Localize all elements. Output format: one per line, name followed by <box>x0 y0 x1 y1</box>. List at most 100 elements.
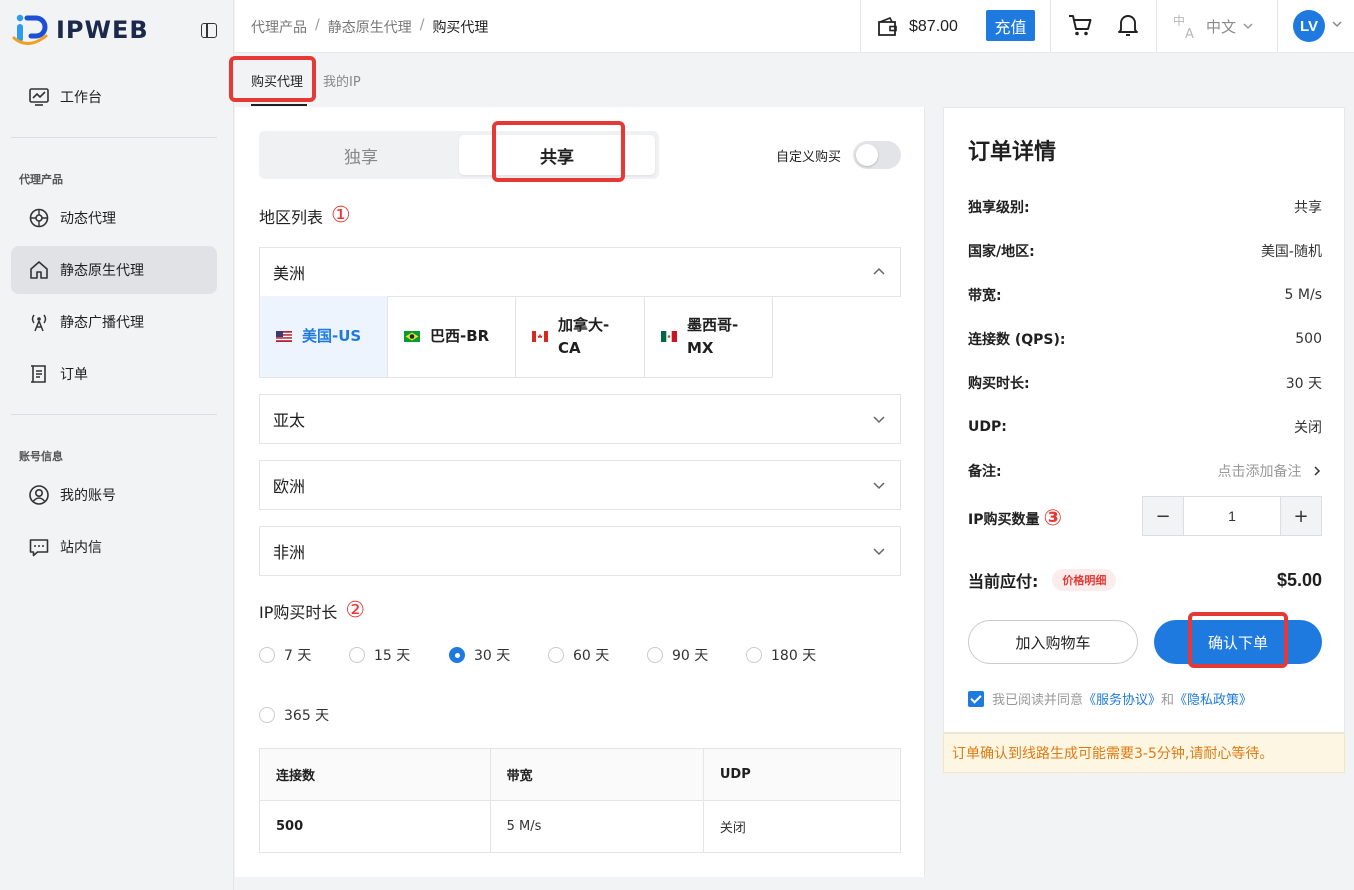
sidebar-item-label: 工作台 <box>60 90 102 106</box>
table-row: 500 5 M/s 关闭 <box>259 800 902 853</box>
duration-option[interactable]: 90 天 <box>647 645 708 665</box>
chevron-down-icon[interactable] <box>1331 18 1343 30</box>
duration-option[interactable]: 15 天 <box>349 645 410 665</box>
order-key: 备注: <box>968 464 1002 480</box>
add-note-text: 点击添加备注 <box>1217 464 1302 480</box>
radio-circle[interactable] <box>449 647 465 663</box>
duration-option[interactable]: 7 天 <box>259 645 311 665</box>
add-note-link[interactable]: 点击添加备注 <box>1218 461 1322 481</box>
country-option-us[interactable]: 美国-US <box>259 296 388 378</box>
radio-circle[interactable] <box>259 647 275 663</box>
table-header: 连接数 <box>259 748 491 801</box>
sidebar-item-my-account[interactable]: 我的账号 <box>11 471 217 519</box>
language-switcher[interactable]: 中A 中文 <box>1172 12 1254 40</box>
divider <box>11 414 217 415</box>
price-detail-badge[interactable]: 价格明细 <box>1052 569 1117 591</box>
radio-circle[interactable] <box>349 647 365 663</box>
language-label: 中文 <box>1206 17 1237 36</box>
br-flag-icon <box>404 331 420 342</box>
sidebar-item-orders[interactable]: 订单 <box>11 350 217 398</box>
duration-option[interactable]: 180 天 <box>746 645 816 665</box>
segment-exclusive[interactable]: 独享 <box>263 135 459 175</box>
order-row: 连接数 (QPS): 500 <box>968 329 1322 349</box>
wallet-balance: $87.00 <box>877 12 958 42</box>
custom-buy-toggle[interactable] <box>853 141 901 169</box>
country-option-br[interactable]: 巴西-BR <box>387 296 516 378</box>
radio-label: 15 天 <box>374 648 411 664</box>
breadcrumb-item[interactable]: 静态原生代理 <box>328 17 412 37</box>
radio-circle[interactable] <box>548 647 564 663</box>
region-accordion-americas[interactable]: 美洲 <box>259 247 901 297</box>
breadcrumb-item[interactable]: 代理产品 <box>251 17 307 37</box>
confirm-order-button[interactable]: 确认下单 <box>1154 620 1322 664</box>
table-cell: 关闭 <box>702 800 902 853</box>
order-key: UDP: <box>968 419 1007 435</box>
sidebar-item-dynamic-proxy[interactable]: 动态代理 <box>11 194 217 242</box>
privacy-link[interactable]: 《隐私政策》 <box>1174 689 1252 708</box>
region-label: 亚太 <box>273 411 306 430</box>
order-row-quantity: IP购买数量 ③ <box>968 506 1108 531</box>
sidebar-item-label: 我的账号 <box>60 488 116 504</box>
tab-my-ip[interactable]: 我的IP <box>323 71 361 90</box>
sidebar-item-static-broadcast-proxy[interactable]: 静态广播代理 <box>11 298 217 346</box>
chevron-down-icon <box>873 416 885 424</box>
duration-option[interactable]: 365 天 <box>259 705 329 725</box>
section-title-proxy: 代理产品 <box>19 173 63 186</box>
active-tab-indicator <box>251 104 307 106</box>
radio-circle[interactable] <box>746 647 762 663</box>
recharge-button[interactable]: 充值 <box>986 10 1035 41</box>
region-accordion-africa[interactable]: 非洲 <box>259 526 901 576</box>
quantity-stepper: − + <box>1142 496 1322 536</box>
step-marker: ② <box>345 598 366 623</box>
add-to-cart-button[interactable]: 加入购物车 <box>968 620 1138 664</box>
order-row: UDP: 关闭 <box>968 417 1322 437</box>
duration-option[interactable]: 60 天 <box>548 645 609 665</box>
dynamic-proxy-icon <box>29 208 49 228</box>
region-accordion-apac[interactable]: 亚太 <box>259 394 901 444</box>
user-icon <box>29 485 49 505</box>
region-label: 欧洲 <box>273 477 306 496</box>
logo-icon <box>12 14 48 45</box>
dashboard-icon <box>29 88 49 106</box>
region-accordion-europe[interactable]: 欧洲 <box>259 460 901 510</box>
sidebar: IPWEB 工作台 代理产品 动态代理 静态原生代理 静态广播代理 订单 账号信… <box>0 0 234 890</box>
sidebar-item-dashboard[interactable]: 工作台 <box>11 73 217 121</box>
order-value: 共享 <box>1294 200 1322 216</box>
quantity-label-wrap: IP购买数量 ③ <box>968 506 1062 531</box>
brand-logo[interactable]: IPWEB <box>12 12 149 48</box>
country-option-mx[interactable]: 墨西哥-MX <box>644 296 773 378</box>
increment-button[interactable]: + <box>1281 497 1321 535</box>
terms-link[interactable]: 《服务协议》 <box>1083 689 1161 708</box>
radio-circle[interactable] <box>647 647 663 663</box>
agree-checkbox[interactable] <box>968 690 984 707</box>
radio-label: 30 天 <box>474 648 511 664</box>
sidebar-item-static-native-proxy[interactable]: 静态原生代理 <box>11 246 217 294</box>
bell-icon[interactable] <box>1116 12 1140 38</box>
step-marker: ① <box>331 203 351 228</box>
quantity-input[interactable] <box>1183 497 1281 535</box>
proxy-type-segment: 独享 共享 <box>259 131 659 179</box>
cart-icon[interactable] <box>1067 12 1093 38</box>
tab-buy-proxy[interactable]: 购买代理 <box>251 71 303 90</box>
country-option-ca[interactable]: 加拿大-CA <box>515 296 645 378</box>
radio-label: 90 天 <box>672 648 709 664</box>
sidebar-item-messages[interactable]: 站内信 <box>11 523 217 571</box>
radio-circle[interactable] <box>259 707 275 723</box>
radio-label: 180 天 <box>771 648 817 664</box>
decrement-button[interactable]: − <box>1143 497 1183 535</box>
duration-option-selected[interactable]: 30 天 <box>449 645 510 665</box>
breadcrumb-current: 购买代理 <box>432 20 489 36</box>
svg-text:中: 中 <box>1173 13 1185 28</box>
mx-flag-icon <box>661 331 677 342</box>
sidebar-collapse-icon[interactable] <box>201 23 217 38</box>
radio-label: 365 天 <box>284 708 330 724</box>
order-notice: 订单确认到线路生成可能需要3-5分钟,请耐心等待。 <box>943 733 1345 773</box>
and-text: 和 <box>1161 693 1175 708</box>
segment-shared[interactable]: 共享 <box>459 135 655 175</box>
table-cell: 500 <box>259 800 491 853</box>
order-row: 独享级别: 共享 <box>968 197 1322 217</box>
avatar[interactable]: LV <box>1293 10 1325 42</box>
order-key: 独享级别: <box>968 200 1030 216</box>
order-value: 关闭 <box>1294 420 1322 436</box>
table-cell: 5 M/s <box>489 800 704 853</box>
